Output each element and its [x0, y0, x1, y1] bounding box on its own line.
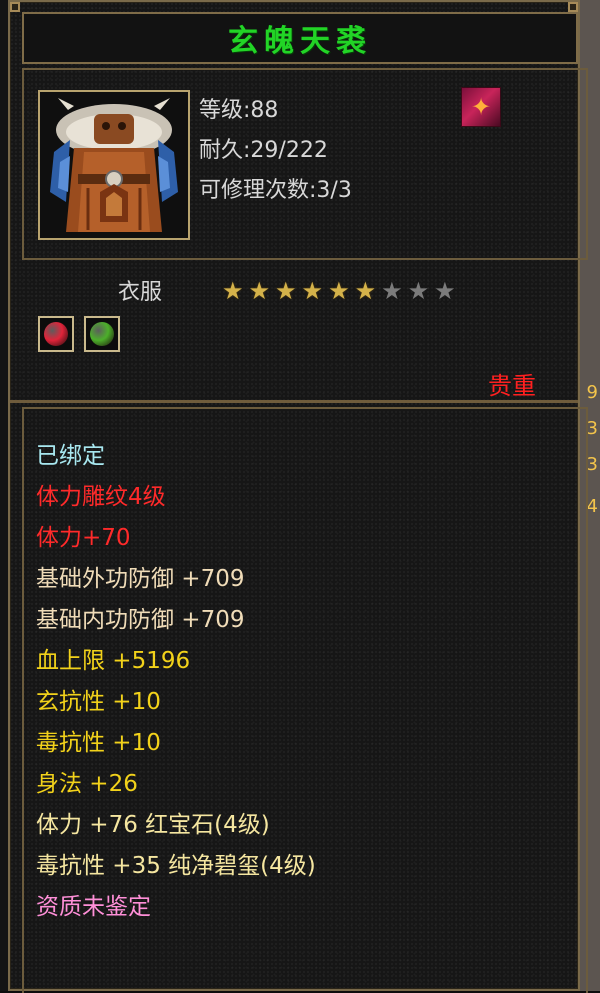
attribute-line: 毒抗性 +35 纯净碧玺(4级): [36, 853, 316, 879]
star-filled-icon: ★: [301, 277, 324, 305]
jade-gem-icon: [90, 322, 114, 346]
attribute-line: 资质未鉴定: [36, 894, 151, 920]
ruby-socket-icon: [38, 316, 74, 352]
attribute-line: 已绑定: [36, 443, 105, 469]
star-filled-icon: ★: [275, 277, 297, 305]
star-filled-icon: ★: [354, 277, 377, 305]
attribute-line: 体力雕纹4级: [36, 484, 166, 510]
repair-count: 可修理次数:3/3: [199, 178, 352, 203]
star-rating: ★ ★ ★ ★ ★ ★ ★ ★ ★: [222, 279, 456, 303]
star-empty-icon: ★: [407, 277, 430, 305]
star-filled-icon: ★: [222, 277, 244, 305]
ruby-gem-icon: [44, 322, 68, 346]
star-empty-icon: ★: [381, 277, 403, 305]
title-bar: 玄魄天裘: [22, 12, 578, 64]
attribute-line: 血上限 +5196: [36, 648, 191, 674]
attribute-line: 基础内功防御 +709: [36, 607, 245, 633]
item-tooltip-panel: 玄魄天裘 等级:88 耐久:29/222 可修理次数:3/3 ✦ 衣服 ★ ★ …: [8, 0, 588, 993]
background-glyph: 9: [586, 382, 598, 403]
corner-ornament: [568, 2, 578, 12]
attribute-line: 玄抗性 +10: [36, 689, 161, 715]
durability: 耐久:29/222: [199, 138, 328, 163]
attribute-line: 体力 +76 红宝石(4级): [36, 812, 270, 838]
star-filled-icon: ★: [328, 277, 350, 305]
star-filled-icon: ★: [248, 277, 271, 305]
attribute-line: 毒抗性 +10: [36, 730, 161, 756]
background-glyph: 3: [586, 454, 598, 475]
left-edge-background: [0, 0, 8, 991]
rarity-label: 贵重: [488, 372, 536, 400]
attribute-line: 身法 +26: [36, 771, 138, 797]
level-requirement: 等级:88: [199, 98, 279, 123]
item-info-box: 等级:88 耐久:29/222 可修理次数:3/3 ✦: [22, 68, 588, 260]
background-glyph: 3: [586, 418, 598, 439]
jade-socket-icon: [84, 316, 120, 352]
background-glyph: 4: [586, 496, 598, 517]
section-divider: [10, 400, 578, 403]
item-category: 衣服: [118, 280, 163, 305]
attribute-line: 体力+70: [36, 525, 131, 551]
star-empty-icon: ★: [434, 277, 456, 305]
fur-robe-icon: [40, 92, 188, 238]
corner-ornament: [10, 2, 20, 12]
item-portrait: [38, 90, 190, 240]
item-title: 玄魄天裘: [228, 24, 372, 59]
attribute-line: 基础外功防御 +709: [36, 566, 245, 592]
flame-scroll-icon: ✦: [461, 87, 501, 127]
